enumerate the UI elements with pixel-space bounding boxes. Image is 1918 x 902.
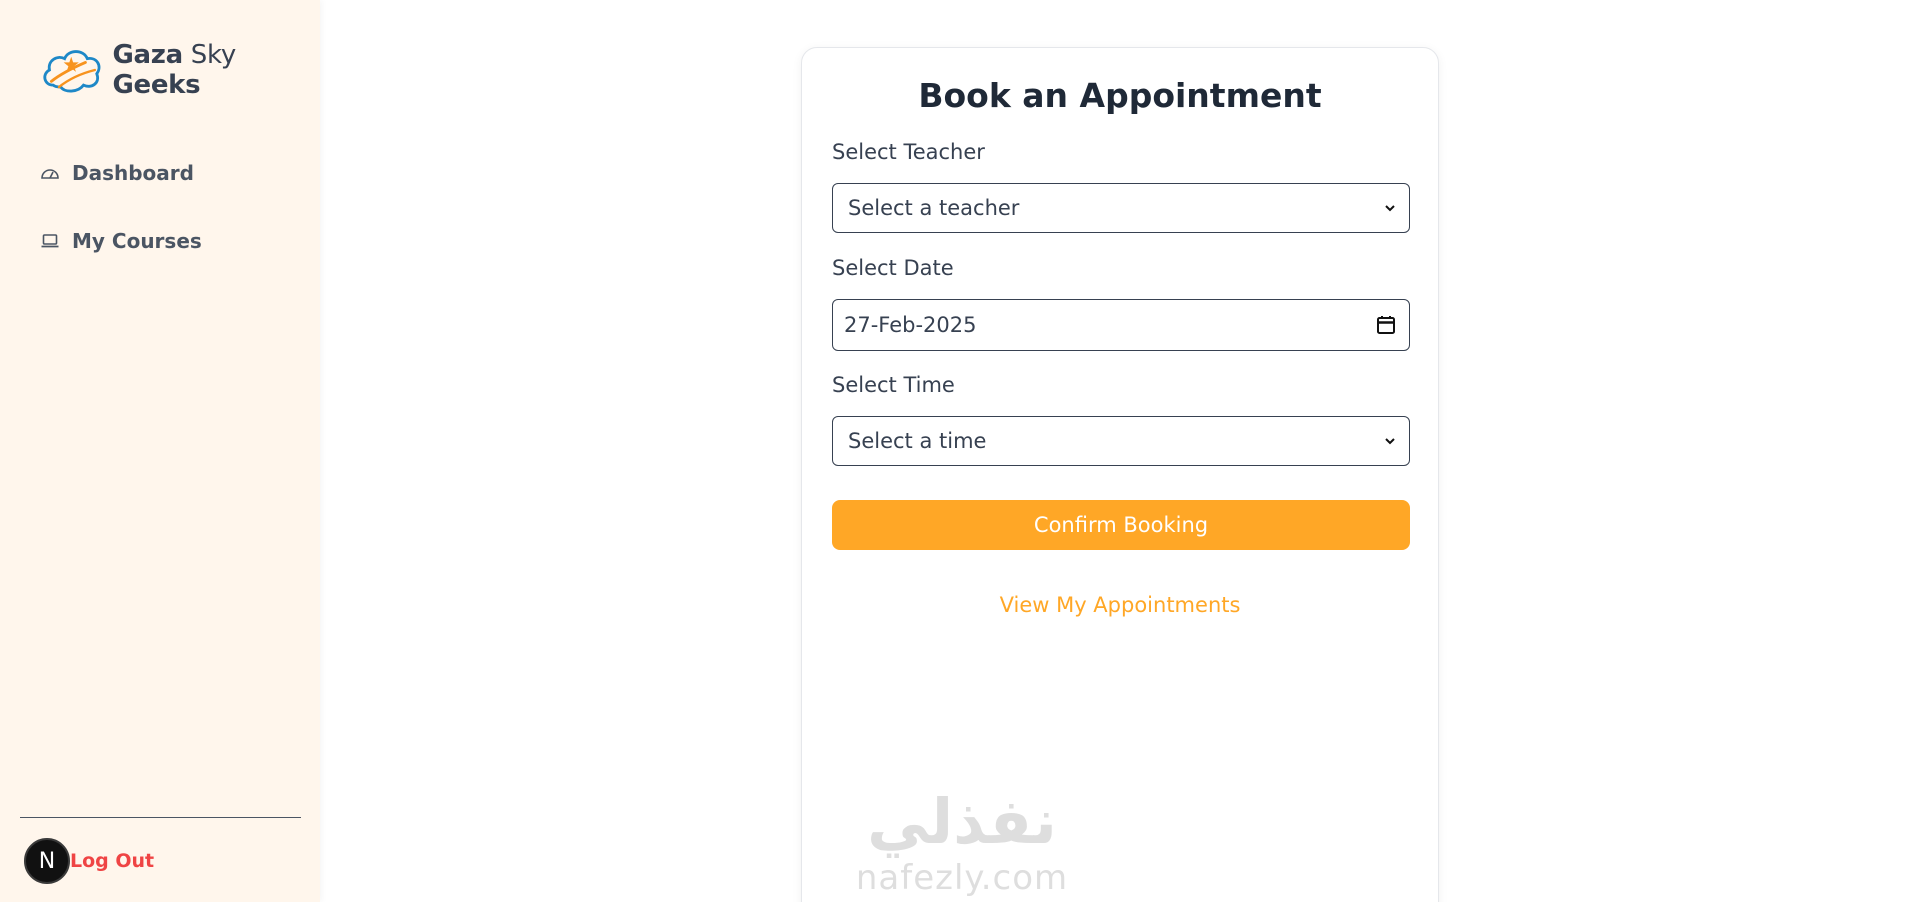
avatar[interactable]: N — [24, 838, 70, 884]
watermark-latin: nafezly.com — [855, 858, 1069, 898]
view-appointments-link[interactable]: View My Appointments — [802, 593, 1438, 617]
teacher-select[interactable]: Select a teacher — [832, 183, 1410, 233]
sidebar-item-my-courses[interactable]: My Courses — [40, 223, 202, 259]
chevron-down-icon — [1383, 434, 1397, 448]
brand-name-part3: Geeks — [112, 70, 201, 100]
sidebar-divider — [20, 817, 301, 818]
calendar-icon[interactable] — [1375, 314, 1397, 336]
brand-name: Gaza Sky Geeks — [112, 40, 320, 100]
cloud-logo-icon — [43, 50, 101, 93]
brand-name-part1: Gaza — [112, 40, 183, 70]
teacher-label: Select Teacher — [832, 140, 985, 164]
time-select-value: Select a time — [848, 429, 987, 453]
chevron-down-icon — [1383, 201, 1397, 215]
sidebar-item-dashboard[interactable]: Dashboard — [40, 155, 202, 191]
logout-area: N Log Out — [24, 838, 154, 884]
time-label: Select Time — [832, 373, 955, 397]
sidebar-item-label: Dashboard — [72, 161, 194, 185]
watermark: نفذلي nafezly.com — [852, 786, 1072, 902]
sidebar: Gaza Sky Geeks Dashboard My Courses N Lo… — [0, 0, 320, 902]
logout-button[interactable]: Log Out — [70, 850, 154, 872]
confirm-booking-button[interactable]: Confirm Booking — [832, 500, 1410, 550]
page-title: Book an Appointment — [918, 76, 1322, 115]
teacher-select-value: Select a teacher — [848, 196, 1020, 220]
date-input[interactable]: 27-Feb-2025 — [832, 299, 1410, 351]
sidebar-nav: Dashboard My Courses — [40, 155, 202, 291]
date-label: Select Date — [832, 256, 954, 280]
brand-name-part2: Sky — [190, 40, 236, 70]
sidebar-item-label: My Courses — [72, 229, 202, 253]
laptop-icon — [40, 231, 60, 251]
gauge-icon — [40, 163, 60, 183]
brand-logo[interactable]: Gaza Sky Geeks — [40, 40, 320, 100]
date-input-value: 27-Feb-2025 — [844, 313, 977, 337]
app-root: Gaza Sky Geeks Dashboard My Courses N Lo… — [0, 0, 1918, 902]
watermark-arabic: نفذلي — [867, 785, 1057, 858]
time-select[interactable]: Select a time — [832, 416, 1410, 466]
booking-card: Book an Appointment Select Teacher Selec… — [801, 47, 1439, 902]
